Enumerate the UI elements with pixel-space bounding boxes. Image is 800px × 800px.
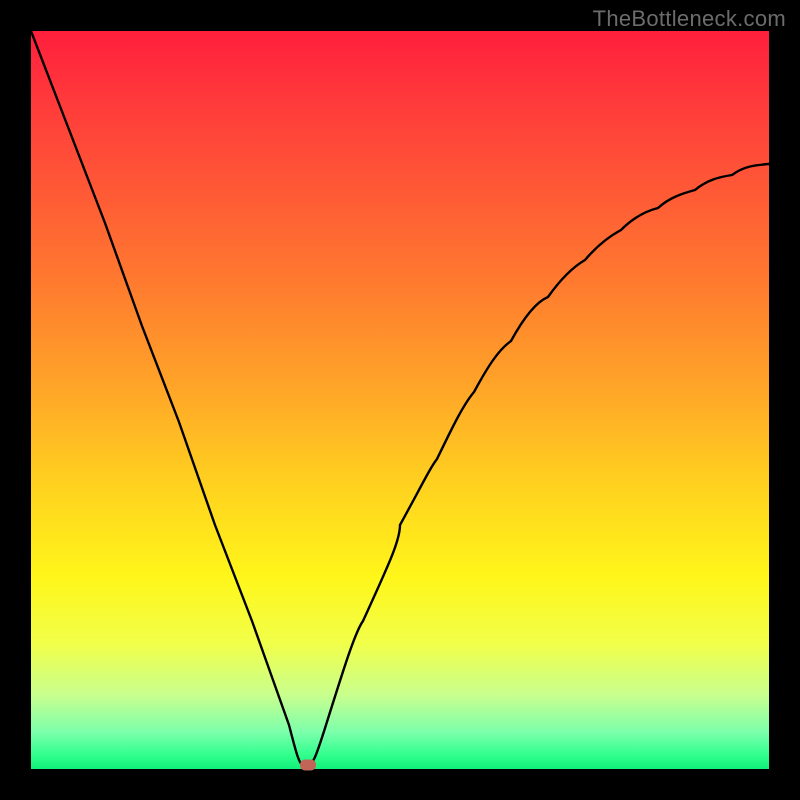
chart-frame: TheBottleneck.com <box>0 0 800 800</box>
watermark-text: TheBottleneck.com <box>593 6 786 32</box>
min-point-marker <box>300 760 316 771</box>
curve-path <box>31 31 769 766</box>
plot-area <box>31 31 769 769</box>
bottleneck-curve <box>31 31 769 769</box>
